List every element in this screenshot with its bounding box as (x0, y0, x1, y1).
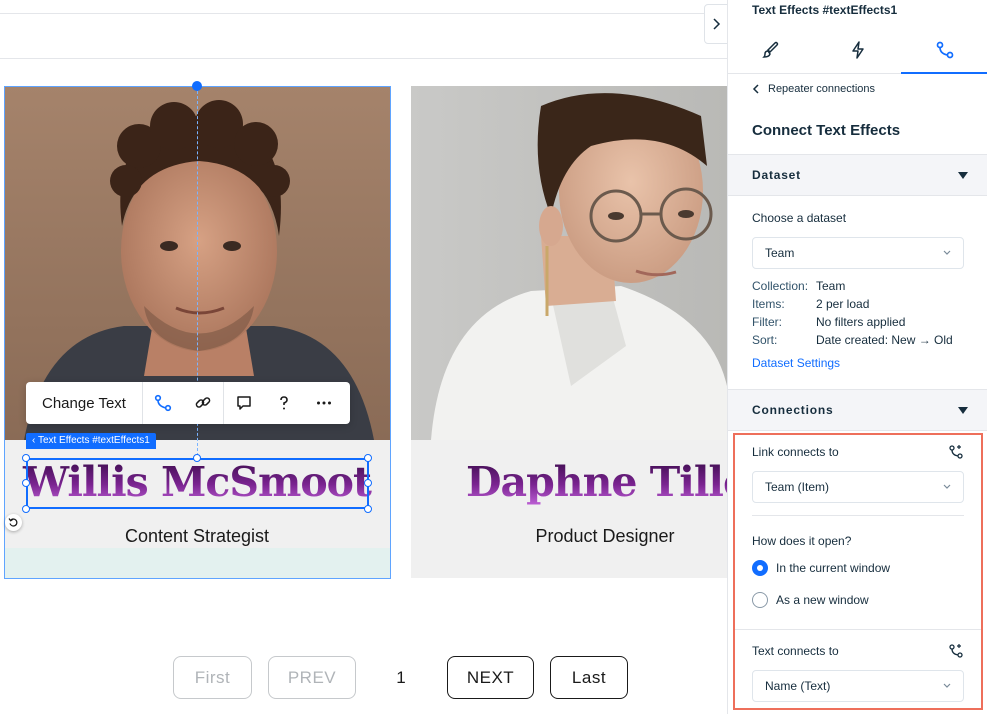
link-button[interactable] (183, 382, 223, 424)
text-connects-value: Name (Text) (765, 679, 831, 693)
help-button[interactable] (264, 382, 304, 424)
text-connects-dropdown[interactable]: Name (Text) (752, 670, 964, 702)
text-connects-label: Text connects to (752, 644, 839, 658)
collapse-panel-button[interactable] (704, 4, 727, 44)
member-name[interactable]: Willis McSmoot (4, 458, 390, 506)
panel-tabs (728, 26, 987, 74)
connect-data-button[interactable] (143, 382, 183, 424)
member-role[interactable]: Product Designer (411, 526, 727, 547)
resize-handle[interactable] (22, 479, 30, 487)
radio-unselected[interactable] (752, 592, 768, 608)
chevron-down-icon (943, 250, 951, 255)
more-icon (316, 401, 331, 405)
info-key: Collection: (752, 279, 809, 293)
choose-dataset-label: Choose a dataset (752, 211, 847, 225)
link-connects-value: Team (Item) (765, 480, 830, 494)
pagination-current-page: 1 (396, 668, 406, 687)
comment-icon (237, 396, 251, 410)
collapse-arrow-icon (958, 171, 968, 179)
info-value: Date created: New → Old (816, 333, 953, 347)
chevron-left-icon (752, 84, 759, 94)
panel-heading: Connect Text Effects (752, 122, 901, 139)
connected-icon[interactable] (948, 444, 964, 460)
info-key: Sort: (752, 333, 778, 347)
chevron-right-icon (713, 18, 721, 30)
more-actions-button[interactable] (304, 382, 344, 424)
connected-icon[interactable] (948, 643, 964, 659)
dataset-info-row: Filter: No filters applied (752, 315, 905, 329)
connect-panel: Text Effects #textEffects1 Repeater conn… (727, 0, 987, 714)
info-key: Filter: (752, 315, 782, 329)
radio-label: As a new window (776, 593, 869, 607)
paintbrush-icon (762, 41, 779, 58)
profile-photo[interactable] (411, 86, 727, 440)
collapse-arrow-icon (958, 406, 968, 414)
tab-connect[interactable] (901, 26, 987, 74)
connections-section-header[interactable]: Connections (728, 389, 987, 431)
dataset-settings-link[interactable]: Dataset Settings (752, 356, 840, 370)
link-connects-dropdown[interactable]: Team (Item) (752, 471, 964, 503)
drag-handle[interactable] (192, 81, 202, 91)
resize-handle[interactable] (364, 479, 372, 487)
pagination-last-button[interactable]: Last (550, 656, 628, 699)
back-to-repeater-connections[interactable]: Repeater connections (752, 83, 875, 95)
dataset-info-row: Items: 2 per load (752, 297, 869, 311)
pagination-first-button[interactable]: First (173, 656, 252, 699)
member-name[interactable]: Daphne Tiller (466, 458, 727, 506)
how-open-label: How does it open? (752, 534, 852, 548)
dataset-dropdown[interactable]: Team (752, 237, 964, 269)
radio-selected[interactable] (752, 560, 768, 576)
dataset-section-header[interactable]: Dataset (728, 154, 987, 196)
divider (735, 629, 981, 630)
panel-title: Text Effects #textEffects1 (752, 3, 898, 17)
chevron-down-icon (943, 484, 951, 489)
help-icon (280, 396, 288, 410)
resize-handle[interactable] (364, 505, 372, 513)
connect-data-icon (936, 41, 954, 58)
section-label: Connections (752, 403, 834, 417)
resize-handle[interactable] (193, 454, 201, 462)
element-name-tag[interactable]: ‹ Text Effects #textEffects1 (26, 433, 156, 449)
radio-label: In the current window (776, 561, 891, 575)
resize-handle[interactable] (22, 454, 30, 462)
resize-handle[interactable] (22, 505, 30, 513)
open-new-window-option[interactable]: As a new window (752, 592, 869, 608)
chevron-down-icon (943, 683, 951, 688)
element-toolbar: Change Text (26, 382, 350, 424)
link-connects-label: Link connects to (752, 445, 839, 459)
dataset-info-row: Collection: Team (752, 279, 845, 293)
dataset-info-row: Sort: Date created: New → Old (752, 333, 953, 347)
dataset-dropdown-value: Team (765, 246, 795, 260)
info-value: Team (816, 279, 846, 293)
connect-data-icon (154, 394, 172, 412)
link-icon (195, 397, 211, 408)
info-key: Items: (752, 297, 785, 311)
element-name-label: Text Effects #textEffects1 (37, 435, 150, 446)
comment-button[interactable] (224, 382, 264, 424)
open-current-window-option[interactable]: In the current window (752, 560, 890, 576)
member-role[interactable]: Content Strategist (4, 526, 390, 547)
info-value: No filters applied (816, 315, 906, 329)
rotate-icon (8, 518, 18, 527)
canvas-top-strip (0, 13, 727, 59)
team-card[interactable]: Daphne Tiller Product Designer (411, 86, 727, 578)
card-footer-strip (4, 548, 390, 578)
change-text-button[interactable]: Change Text (26, 382, 143, 424)
lightning-icon (852, 40, 864, 59)
resize-handle[interactable] (364, 454, 372, 462)
tab-interactions[interactable] (815, 26, 902, 73)
rotate-button[interactable] (5, 514, 22, 531)
editor-canvas[interactable]: Willis McSmoot Content Strategist Daphne… (0, 0, 727, 714)
tab-design[interactable] (728, 26, 815, 73)
info-value: 2 per load (816, 297, 870, 311)
divider (752, 515, 964, 516)
section-label: Dataset (752, 168, 801, 182)
back-link-label: Repeater connections (768, 83, 876, 95)
pagination-prev-button[interactable]: PREV (268, 656, 356, 699)
portrait-image (411, 86, 727, 440)
pagination-next-button[interactable]: NEXT (447, 656, 534, 699)
